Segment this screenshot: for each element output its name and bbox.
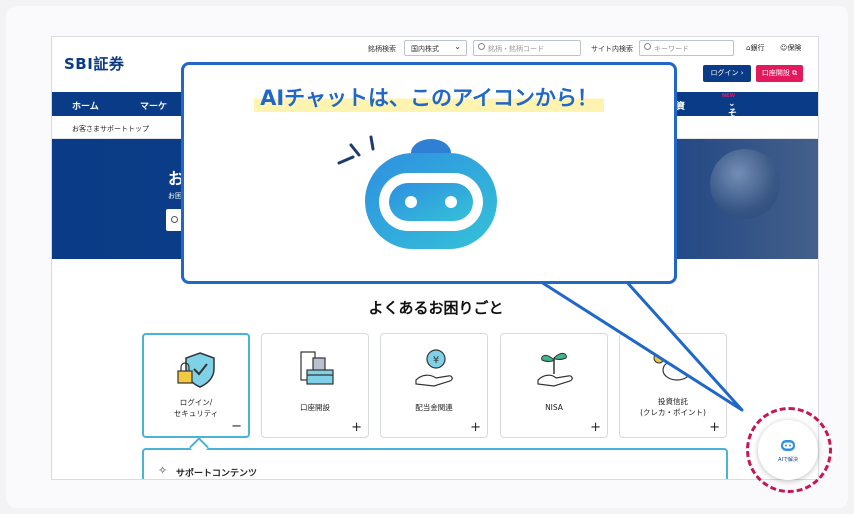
ai-chat-callout: AIチャットは、このアイコンから！ xyxy=(181,62,677,284)
callout-title-text: AIチャットは、このアイコンから！ xyxy=(254,82,604,112)
highlight-ring xyxy=(746,407,832,493)
callout-title: AIチャットは、このアイコンから！ xyxy=(184,82,674,112)
ai-robot-icon xyxy=(337,135,497,249)
